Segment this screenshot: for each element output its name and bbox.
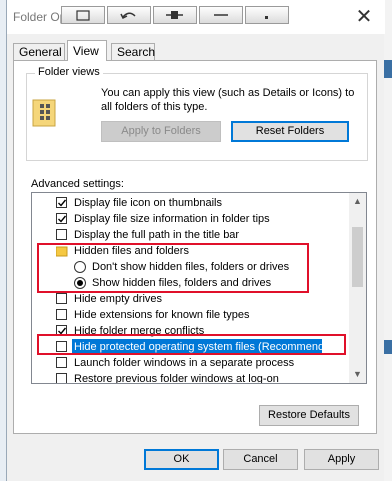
apply-to-folders-button[interactable]: Apply to Folders (101, 121, 221, 142)
folder-view-icon (32, 99, 56, 127)
tab-general[interactable]: General (13, 43, 65, 60)
restore-defaults-button[interactable]: Restore Defaults (259, 405, 359, 426)
toolbar-window-button[interactable] (61, 6, 105, 24)
ok-button[interactable]: OK (144, 449, 219, 470)
checkbox[interactable] (56, 309, 67, 320)
tab-view[interactable]: View (67, 40, 107, 61)
checkbox[interactable] (56, 197, 67, 208)
list-group-header: Hidden files and folders (32, 243, 344, 259)
list-item-label: Hidden files and folders (74, 245, 189, 257)
list-item[interactable]: Don't show hidden files, folders or driv… (32, 259, 344, 275)
background-window-edge-right (384, 0, 392, 481)
list-item[interactable]: Launch folder windows in a separate proc… (32, 355, 344, 371)
screenshot-toolbar (61, 6, 291, 26)
title-bar: Folder Options ✕ (7, 0, 385, 34)
list-item-label: Hide empty drives (74, 293, 163, 305)
folder-views-legend: Folder views (35, 66, 103, 78)
advanced-settings-scrollbar[interactable]: ▲ ▼ (349, 193, 366, 383)
list-item-label: Hide folder merge conflicts (74, 325, 205, 337)
checkbox[interactable] (56, 293, 67, 304)
close-icon[interactable]: ✕ (347, 4, 381, 30)
list-item-label: Restore previous folder windows at log-o… (74, 373, 279, 384)
radio-button[interactable] (74, 261, 86, 273)
window-icon (76, 10, 90, 21)
list-item-label: Hide protected operating system files (R… (74, 341, 340, 353)
advanced-settings-label: Advanced settings: (31, 178, 124, 190)
toolbar-dot-button[interactable] (245, 6, 289, 24)
list-item[interactable]: Display file size information in folder … (32, 211, 344, 227)
cancel-button[interactable]: Cancel (223, 449, 298, 470)
pin-icon (166, 11, 183, 19)
checkbox[interactable] (56, 357, 67, 368)
scrollbar-thumb[interactable] (352, 227, 363, 287)
toolbar-minimize-button[interactable] (199, 6, 243, 24)
list-item[interactable]: Display the full path in the title bar (32, 227, 344, 243)
undo-icon (120, 12, 136, 20)
list-item[interactable]: Hide protected operating system files (R… (32, 339, 344, 355)
dot-icon (265, 16, 268, 19)
toolbar-undo-button[interactable] (107, 6, 151, 24)
minimize-icon (214, 14, 228, 16)
list-item[interactable]: Hide folder merge conflicts (32, 323, 344, 339)
apply-button[interactable]: Apply (304, 449, 379, 470)
radio-button[interactable] (74, 277, 86, 289)
list-item[interactable]: Hide extensions for known file types (32, 307, 344, 323)
list-item[interactable]: Hide empty drives (32, 291, 344, 307)
checkbox[interactable] (56, 229, 67, 240)
folder-options-dialog: Folder Options ✕ General View Search Fol… (6, 0, 385, 481)
list-item[interactable]: Restore previous folder windows at log-o… (32, 371, 344, 384)
folder-views-description: You can apply this view (such as Details… (101, 87, 355, 113)
list-item-label: Launch folder windows in a separate proc… (74, 357, 295, 369)
scroll-up-icon[interactable]: ▲ (349, 193, 366, 210)
list-item-label: Show hidden files, folders and drives (92, 277, 272, 289)
advanced-settings-list[interactable]: ▲ ▼ Display file icon on thumbnails Displ… (31, 192, 367, 384)
list-item-label: Display the full path in the title bar (74, 229, 240, 241)
reset-folders-button[interactable]: Reset Folders (231, 121, 349, 142)
list-item-label: Hide extensions for known file types (74, 309, 250, 321)
checkbox[interactable] (56, 325, 67, 336)
list-item-label: Don't show hidden files, folders or driv… (92, 261, 290, 273)
checkbox[interactable] (56, 213, 67, 224)
tab-search[interactable]: Search (111, 43, 155, 60)
checkbox[interactable] (56, 341, 67, 352)
list-item-label: Display file icon on thumbnails (74, 197, 222, 209)
checkbox[interactable] (56, 373, 67, 383)
toolbar-pin-button[interactable] (153, 6, 197, 24)
list-item[interactable]: Show hidden files, folders and drives (32, 275, 344, 291)
folder-icon (56, 246, 68, 257)
list-item-label: Display file size information in folder … (74, 213, 270, 225)
list-item[interactable]: Display file icon on thumbnails (32, 195, 344, 211)
scroll-down-icon[interactable]: ▼ (349, 366, 366, 383)
